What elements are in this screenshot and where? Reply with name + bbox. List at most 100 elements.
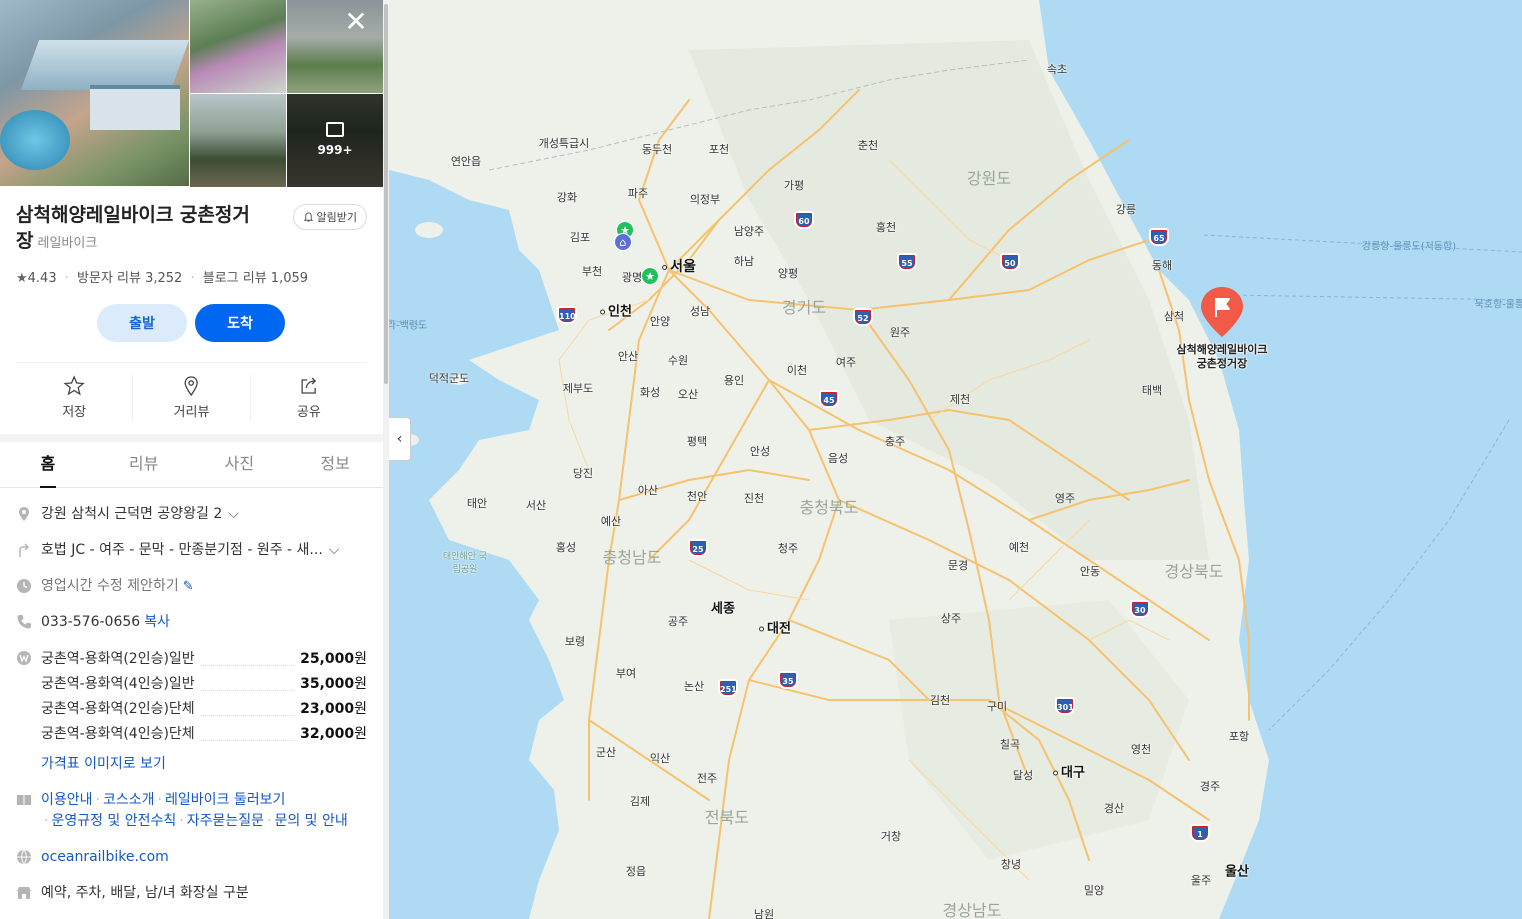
map-label-yeoju[interactable]: 여주 bbox=[836, 354, 856, 370]
map-label-chungju[interactable]: 충주 bbox=[885, 433, 905, 449]
map-label-taean[interactable]: 태안 bbox=[467, 495, 487, 511]
price-image-link[interactable]: 가격표 이미지로 보기 bbox=[41, 754, 367, 775]
photo-thumb[interactable] bbox=[190, 0, 286, 93]
map-label-yeongcheon[interactable]: 영천 bbox=[1131, 741, 1151, 757]
chevron-down-icon[interactable]: ⌵ bbox=[228, 504, 239, 525]
map-label-gyeongsan[interactable]: 경산 bbox=[1104, 800, 1124, 816]
map-label-anseong[interactable]: 안성 bbox=[750, 443, 770, 459]
link-rules[interactable]: 운영규정 및 안전수칙 bbox=[51, 813, 176, 829]
map-label-yeonan[interactable]: 연안읍 bbox=[451, 153, 481, 169]
map-label-asan[interactable]: 아산 bbox=[638, 482, 658, 498]
pencil-icon[interactable]: ✎ bbox=[183, 576, 194, 597]
map-label-sejong[interactable]: 세종 bbox=[711, 598, 735, 617]
map-label-donghae[interactable]: 동해 bbox=[1152, 257, 1172, 273]
map-label-hongseong[interactable]: 홍성 bbox=[556, 539, 576, 555]
map-label-changnyeong[interactable]: 창녕 bbox=[1001, 856, 1021, 872]
link-faq[interactable]: 자주묻는질문 bbox=[187, 813, 264, 829]
map-label-boryeong[interactable]: 보령 bbox=[565, 633, 585, 649]
depart-button[interactable]: 출발 bbox=[97, 304, 187, 342]
map-label-iksan[interactable]: 익산 bbox=[650, 750, 670, 766]
map-label-gimcheon[interactable]: 김천 bbox=[930, 692, 950, 708]
hours-row[interactable]: 영업시간 수정 제안하기 ✎ bbox=[16, 568, 367, 604]
link-guide[interactable]: 이용안내 bbox=[41, 792, 93, 808]
map-label-hongcheon[interactable]: 홍천 bbox=[876, 219, 896, 235]
map-label-yangpyeong[interactable]: 양평 bbox=[778, 265, 798, 281]
map-label-jeonju[interactable]: 전주 bbox=[697, 770, 717, 786]
map-label-namwon[interactable]: 남원 bbox=[754, 906, 774, 919]
link-course[interactable]: 코스소개 bbox=[103, 792, 155, 808]
map-label-suwon[interactable]: 수원 bbox=[668, 352, 688, 368]
map-label-ulju[interactable]: 울주 bbox=[1191, 872, 1211, 888]
map-label-hwaseong[interactable]: 화성 bbox=[640, 384, 660, 400]
map-label-miryang[interactable]: 밀양 bbox=[1084, 882, 1104, 898]
tab-reviews[interactable]: 리뷰 bbox=[96, 442, 192, 487]
map-label-incheon[interactable]: 인천 bbox=[600, 301, 632, 320]
map-label-ganghwa[interactable]: 강화 bbox=[557, 189, 577, 205]
map-label-sangju[interactable]: 상주 bbox=[941, 610, 961, 626]
map-label-chuncheon[interactable]: 춘천 bbox=[858, 137, 878, 153]
photo-thumb[interactable] bbox=[190, 94, 286, 187]
map-label-mungyeong[interactable]: 문경 bbox=[948, 557, 968, 573]
map-label-anyang[interactable]: 안양 bbox=[650, 313, 670, 329]
copy-button[interactable]: 복사 bbox=[144, 612, 170, 633]
blog-reviews[interactable]: 블로그 리뷰 1,059 bbox=[203, 271, 308, 286]
map-label-pyeongtaek[interactable]: 평택 bbox=[687, 433, 707, 449]
map-label-cheongju[interactable]: 청주 bbox=[778, 540, 798, 556]
map-label-gyeongju[interactable]: 경주 bbox=[1200, 778, 1220, 794]
chevron-down-icon[interactable]: ⌵ bbox=[329, 540, 340, 561]
map-label-seongnam[interactable]: 성남 bbox=[690, 303, 710, 319]
map-label-dangjin[interactable]: 당진 bbox=[573, 465, 593, 481]
map-label-gwangmyeong[interactable]: 광명 bbox=[622, 269, 642, 285]
map-label-jebudo[interactable]: 제부도 bbox=[563, 380, 593, 396]
map-label-namyangju[interactable]: 남양주 bbox=[734, 223, 764, 239]
map-label-gaeseong[interactable]: 개성특급시 bbox=[539, 135, 590, 151]
map-label-yesan[interactable]: 예산 bbox=[601, 513, 621, 529]
close-icon[interactable]: ✕ bbox=[343, 8, 369, 36]
map-label-cheonan[interactable]: 천안 bbox=[687, 488, 707, 504]
map-label-seoul[interactable]: 서울 bbox=[662, 256, 696, 276]
map-label-samcheok[interactable]: 삼척 bbox=[1164, 308, 1184, 324]
map-label-wonju[interactable]: 원주 bbox=[890, 324, 910, 340]
map-label-pohang[interactable]: 포항 bbox=[1229, 728, 1249, 744]
map-label-taebaek[interactable]: 태백 bbox=[1142, 382, 1162, 398]
map-label-pocheon[interactable]: 포천 bbox=[709, 141, 729, 157]
map-label-jincheon[interactable]: 진천 bbox=[744, 490, 764, 506]
map-label-ulsan[interactable]: 울산 bbox=[1225, 861, 1249, 880]
collapse-panel-button[interactable]: ‹ bbox=[389, 417, 411, 461]
map-label-andong[interactable]: 안동 bbox=[1080, 563, 1100, 579]
poi-star-icon[interactable]: ★ bbox=[641, 267, 659, 285]
map-label-dalseong[interactable]: 달성 bbox=[1013, 767, 1033, 783]
map-label-nonsan[interactable]: 논산 bbox=[684, 678, 704, 694]
map-label-icheon[interactable]: 이천 bbox=[787, 362, 807, 378]
pin-label[interactable]: 삼척해양레일바이크 궁촌정거장 bbox=[1176, 343, 1267, 371]
tab-info[interactable]: 정보 bbox=[287, 442, 383, 487]
map-label-gunsan[interactable]: 군산 bbox=[596, 744, 616, 760]
link-contact[interactable]: 문의 및 안내 bbox=[274, 813, 347, 829]
website-link[interactable]: oceanrailbike.com bbox=[41, 847, 169, 868]
map-label-gapyeong[interactable]: 가평 bbox=[784, 177, 804, 193]
map-label-yongin[interactable]: 용인 bbox=[724, 372, 744, 388]
directions-row[interactable]: 호법 JC - 여주 - 문막 - 만종분기점 - 원주 - 새... ⌵ bbox=[16, 532, 367, 568]
map-label-seosan[interactable]: 서산 bbox=[526, 497, 546, 513]
map-label-jeongeup[interactable]: 정읍 bbox=[626, 863, 646, 879]
map-label-buyeo[interactable]: 부여 bbox=[616, 665, 636, 681]
address-row[interactable]: 강원 삼척시 근덕면 공양왕길 2 ⌵ bbox=[16, 488, 367, 532]
streetview-button[interactable]: 거리뷰 bbox=[133, 375, 251, 420]
map-label-dongducheon[interactable]: 동두천 bbox=[642, 141, 672, 157]
share-button[interactable]: 공유 bbox=[251, 375, 367, 420]
arrive-button[interactable]: 도착 bbox=[195, 304, 285, 342]
main-photo[interactable] bbox=[0, 0, 190, 186]
map-label-sokcho[interactable]: 속초 bbox=[1047, 61, 1067, 77]
tab-home[interactable]: 홈 bbox=[0, 442, 96, 488]
alert-button[interactable]: 알림받기 bbox=[292, 204, 367, 230]
tab-photos[interactable]: 사진 bbox=[192, 442, 288, 487]
map-label-hanam[interactable]: 하남 bbox=[734, 253, 754, 269]
map-label-ansan[interactable]: 안산 bbox=[618, 348, 638, 364]
map-label-gangneung[interactable]: 강릉 bbox=[1116, 201, 1136, 217]
map-label-deokjeok[interactable]: 덕적군도 bbox=[429, 370, 469, 386]
link-tour[interactable]: 레일바이크 둘러보기 bbox=[165, 792, 285, 808]
map-label-bucheon[interactable]: 부천 bbox=[582, 263, 602, 279]
map-label-yeongju[interactable]: 영주 bbox=[1055, 490, 1075, 506]
map-label-gimpo[interactable]: 김포 bbox=[570, 229, 590, 245]
scrollbar-thumb[interactable] bbox=[384, 4, 388, 384]
